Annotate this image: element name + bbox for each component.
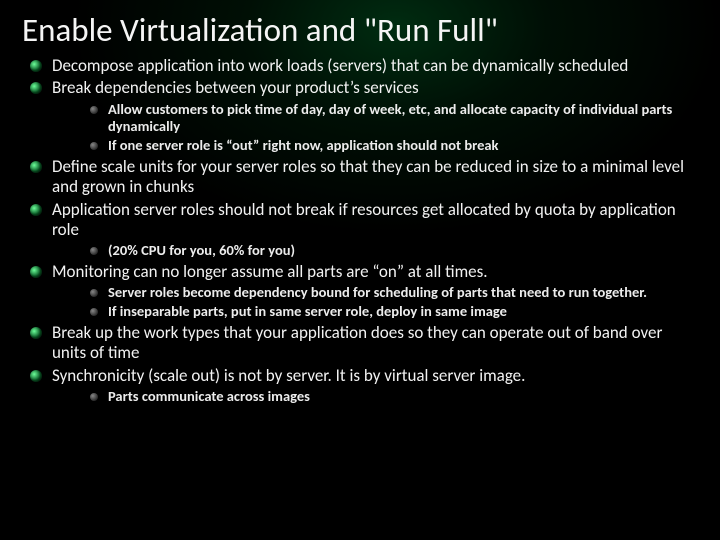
bullet-list: Decompose application into work loads (s… xyxy=(22,56,698,406)
slide: Enable Virtualization and "Run Full" Dec… xyxy=(0,0,720,540)
sub-bullet-list: Parts communicate across images xyxy=(52,388,698,406)
bullet-item: Break up the work types that your applic… xyxy=(30,323,698,364)
bullet-item: Define scale units for your server roles… xyxy=(30,157,698,198)
sub-bullet-item: Parts communicate across images xyxy=(90,388,698,406)
sub-bullet-list: Allow customers to pick time of day, day… xyxy=(52,101,698,155)
sub-bullet-item: If one server role is “out” right now, a… xyxy=(90,137,698,155)
bullet-item: Application server roles should not brea… xyxy=(30,200,698,260)
bullet-item: Monitoring can no longer assume all part… xyxy=(30,262,698,321)
bullet-item: Synchronicity (scale out) is not by serv… xyxy=(30,366,698,406)
sub-bullet-item: (20% CPU for you, 60% for you) xyxy=(90,242,698,260)
bullet-item: Break dependencies between your product’… xyxy=(30,78,698,154)
sub-bullet-item: Server roles become dependency bound for… xyxy=(90,284,698,302)
sub-bullet-list: (20% CPU for you, 60% for you) xyxy=(52,242,698,260)
bullet-text: Application server roles should not brea… xyxy=(52,199,676,240)
bullet-text: Monitoring can no longer assume all part… xyxy=(52,261,488,282)
bullet-item: Decompose application into work loads (s… xyxy=(30,56,698,76)
sub-bullet-item: Allow customers to pick time of day, day… xyxy=(90,101,698,136)
bullet-text: Synchronicity (scale out) is not by serv… xyxy=(52,365,525,386)
bullet-text: Break dependencies between your product’… xyxy=(52,77,419,98)
slide-title: Enable Virtualization and "Run Full" xyxy=(22,10,698,50)
sub-bullet-list: Server roles become dependency bound for… xyxy=(52,284,698,320)
sub-bullet-item: If inseparable parts, put in same server… xyxy=(90,303,698,321)
